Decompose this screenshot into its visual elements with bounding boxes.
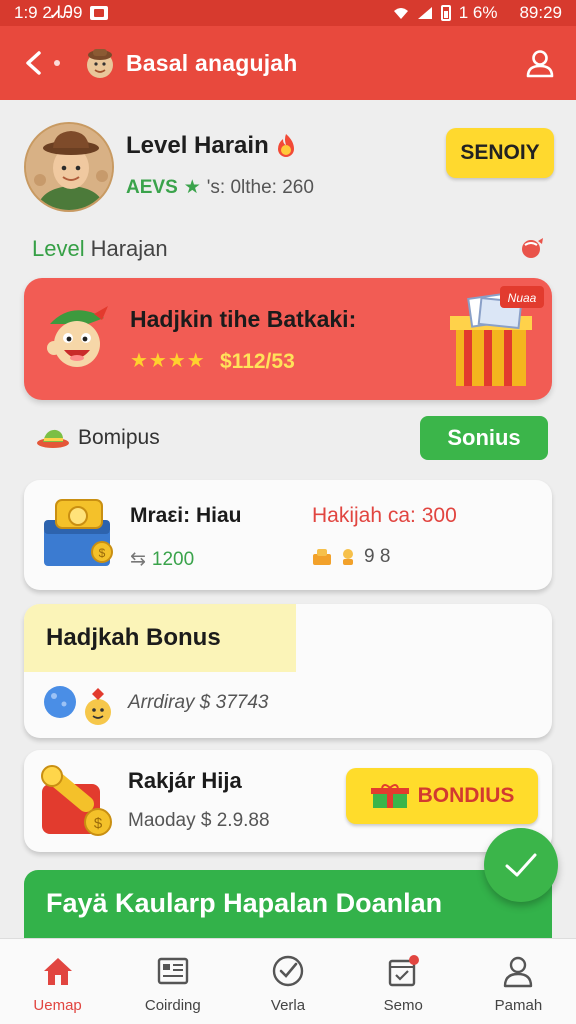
rating-stars: ★★★★ xyxy=(130,350,206,372)
rakjar-title: Rakjár Hija xyxy=(128,768,242,793)
nav-label-tasks: Verla xyxy=(270,997,306,1014)
fire-icon xyxy=(278,134,294,157)
status-bar: 1:9 2ᏗᎯ9 1 6% 89:29 xyxy=(0,0,576,26)
nav-item-calendar[interactable]: Semo xyxy=(346,939,461,1024)
level-value: Harajan xyxy=(90,236,168,261)
notification-icon xyxy=(90,6,109,20)
coins-icon xyxy=(313,549,331,565)
gift-icon xyxy=(370,784,409,808)
candy-icon[interactable] xyxy=(518,236,544,262)
profile-button[interactable] xyxy=(522,45,558,81)
checkmark-icon xyxy=(505,853,537,877)
trophy-icon xyxy=(343,549,353,565)
bottom-nav: Uemap Coirding Verla Semo Pamah xyxy=(0,938,576,1024)
bonus-chip-label: BONDIUS xyxy=(417,784,515,807)
rakjar-card[interactable]: $ Rakjár Hija Maoday $ 2.9.88 BONDIUS xyxy=(24,750,552,852)
dot-icon xyxy=(54,60,60,66)
promo-title: Hadjkin tihe Batkaki: xyxy=(130,306,357,332)
bonus-section-label: Bomipus xyxy=(78,426,160,449)
calendar-icon xyxy=(389,955,420,987)
bonus-section-header: Bomipus Sonius xyxy=(36,416,548,460)
app-bar: Basal anagujah xyxy=(0,26,576,100)
reward-title: Mraεi: Hiau xyxy=(130,504,242,527)
signal-icon xyxy=(417,7,432,19)
level-row: Level Harajan xyxy=(32,232,544,266)
promo-card[interactable]: Hadjkin tihe Batkaki: ★★★★ $112/53 Nuaa xyxy=(24,278,552,400)
arrows-icon: ⇆ xyxy=(130,549,146,570)
star-icon: ★ xyxy=(183,177,201,198)
reward-amount: 1200 xyxy=(151,549,195,570)
check-circle-icon xyxy=(272,955,304,987)
svg-text:$: $ xyxy=(94,815,103,832)
home-icon xyxy=(43,958,72,985)
svg-text:$: $ xyxy=(99,546,106,560)
promo-amount: $112/53 xyxy=(220,350,295,373)
bonus-card[interactable]: Hadjkah Bonus Arrdiray $ 37743 xyxy=(24,604,552,738)
battery-icon xyxy=(440,5,451,21)
avatar[interactable] xyxy=(24,122,114,212)
nav-label-calendar: Semo xyxy=(383,997,423,1014)
senior-button[interactable]: SENOIY xyxy=(446,128,554,178)
bonus-button[interactable]: Sonius xyxy=(420,416,548,460)
wifi-icon xyxy=(393,8,408,19)
emoji-icons xyxy=(44,686,111,725)
status-time: 1:9 2ᏗᎯ9 xyxy=(14,3,83,22)
profile-tag: AEVS xyxy=(126,176,178,198)
profile-meta-text: 's: 0lthe: 260 xyxy=(206,176,314,198)
hat-icon xyxy=(37,429,69,448)
treasure-chest-icon: $ xyxy=(44,499,113,566)
confirm-fab[interactable] xyxy=(484,828,558,902)
nav-item-tasks[interactable]: Verla xyxy=(230,939,345,1024)
battery-percent: 1 6% xyxy=(458,3,498,22)
level-label: Level xyxy=(32,236,85,261)
bonus-card-subtitle: Arrdiray $ 37743 xyxy=(128,692,269,713)
coin-wallet-icon: $ xyxy=(41,765,112,836)
app-avatar-icon xyxy=(87,49,113,78)
rakjar-subtitle: Maoday $ 2.9.88 xyxy=(128,810,270,831)
nav-item-profile[interactable]: Pamah xyxy=(461,939,576,1024)
status-clock: 89:29 xyxy=(519,3,562,22)
chevron-left-icon xyxy=(26,51,41,75)
back-button[interactable] xyxy=(18,47,50,79)
profile-header: Level Harain AEVS ★ 's: 0lthe: 260 SENOI… xyxy=(24,122,554,218)
bonus-chip-button[interactable]: BONDIUS xyxy=(346,768,538,824)
reward-right-title: Hakijah ca: 300 xyxy=(312,504,457,527)
news-icon xyxy=(157,957,188,985)
user-icon xyxy=(526,50,554,78)
app-title: Basal anagujah xyxy=(126,49,298,76)
mascot-icon xyxy=(47,306,108,367)
bonus-card-title: Hadjkah Bonus xyxy=(46,624,221,651)
reward-counts: 9 8 xyxy=(312,546,390,568)
nav-item-news[interactable]: Coirding xyxy=(115,939,230,1024)
reward-count-text: 9 8 xyxy=(364,546,391,567)
reward-value: ⇆ 1200 xyxy=(130,548,194,571)
person-icon xyxy=(504,956,533,988)
avatar-image xyxy=(26,124,112,210)
gift-tag-label: Nuaa xyxy=(508,291,537,305)
banner-text: Fayä Kaularp Hapalan Doanlan xyxy=(46,888,443,918)
profile-name: Level Harain xyxy=(126,132,269,159)
nav-label-home: Uemap xyxy=(33,997,82,1014)
reward-card[interactable]: $ Mraεi: Hiau ⇆ 1200 Hakijah ca: 300 9 8 xyxy=(24,480,552,590)
gift-box-icon: Nuaa xyxy=(450,286,544,386)
nav-label-news: Coirding xyxy=(144,997,201,1014)
profile-meta: AEVS ★ 's: 0lthe: 260 xyxy=(126,176,314,199)
nav-item-home[interactable]: Uemap xyxy=(0,939,115,1024)
nav-label-profile: Pamah xyxy=(494,997,543,1014)
